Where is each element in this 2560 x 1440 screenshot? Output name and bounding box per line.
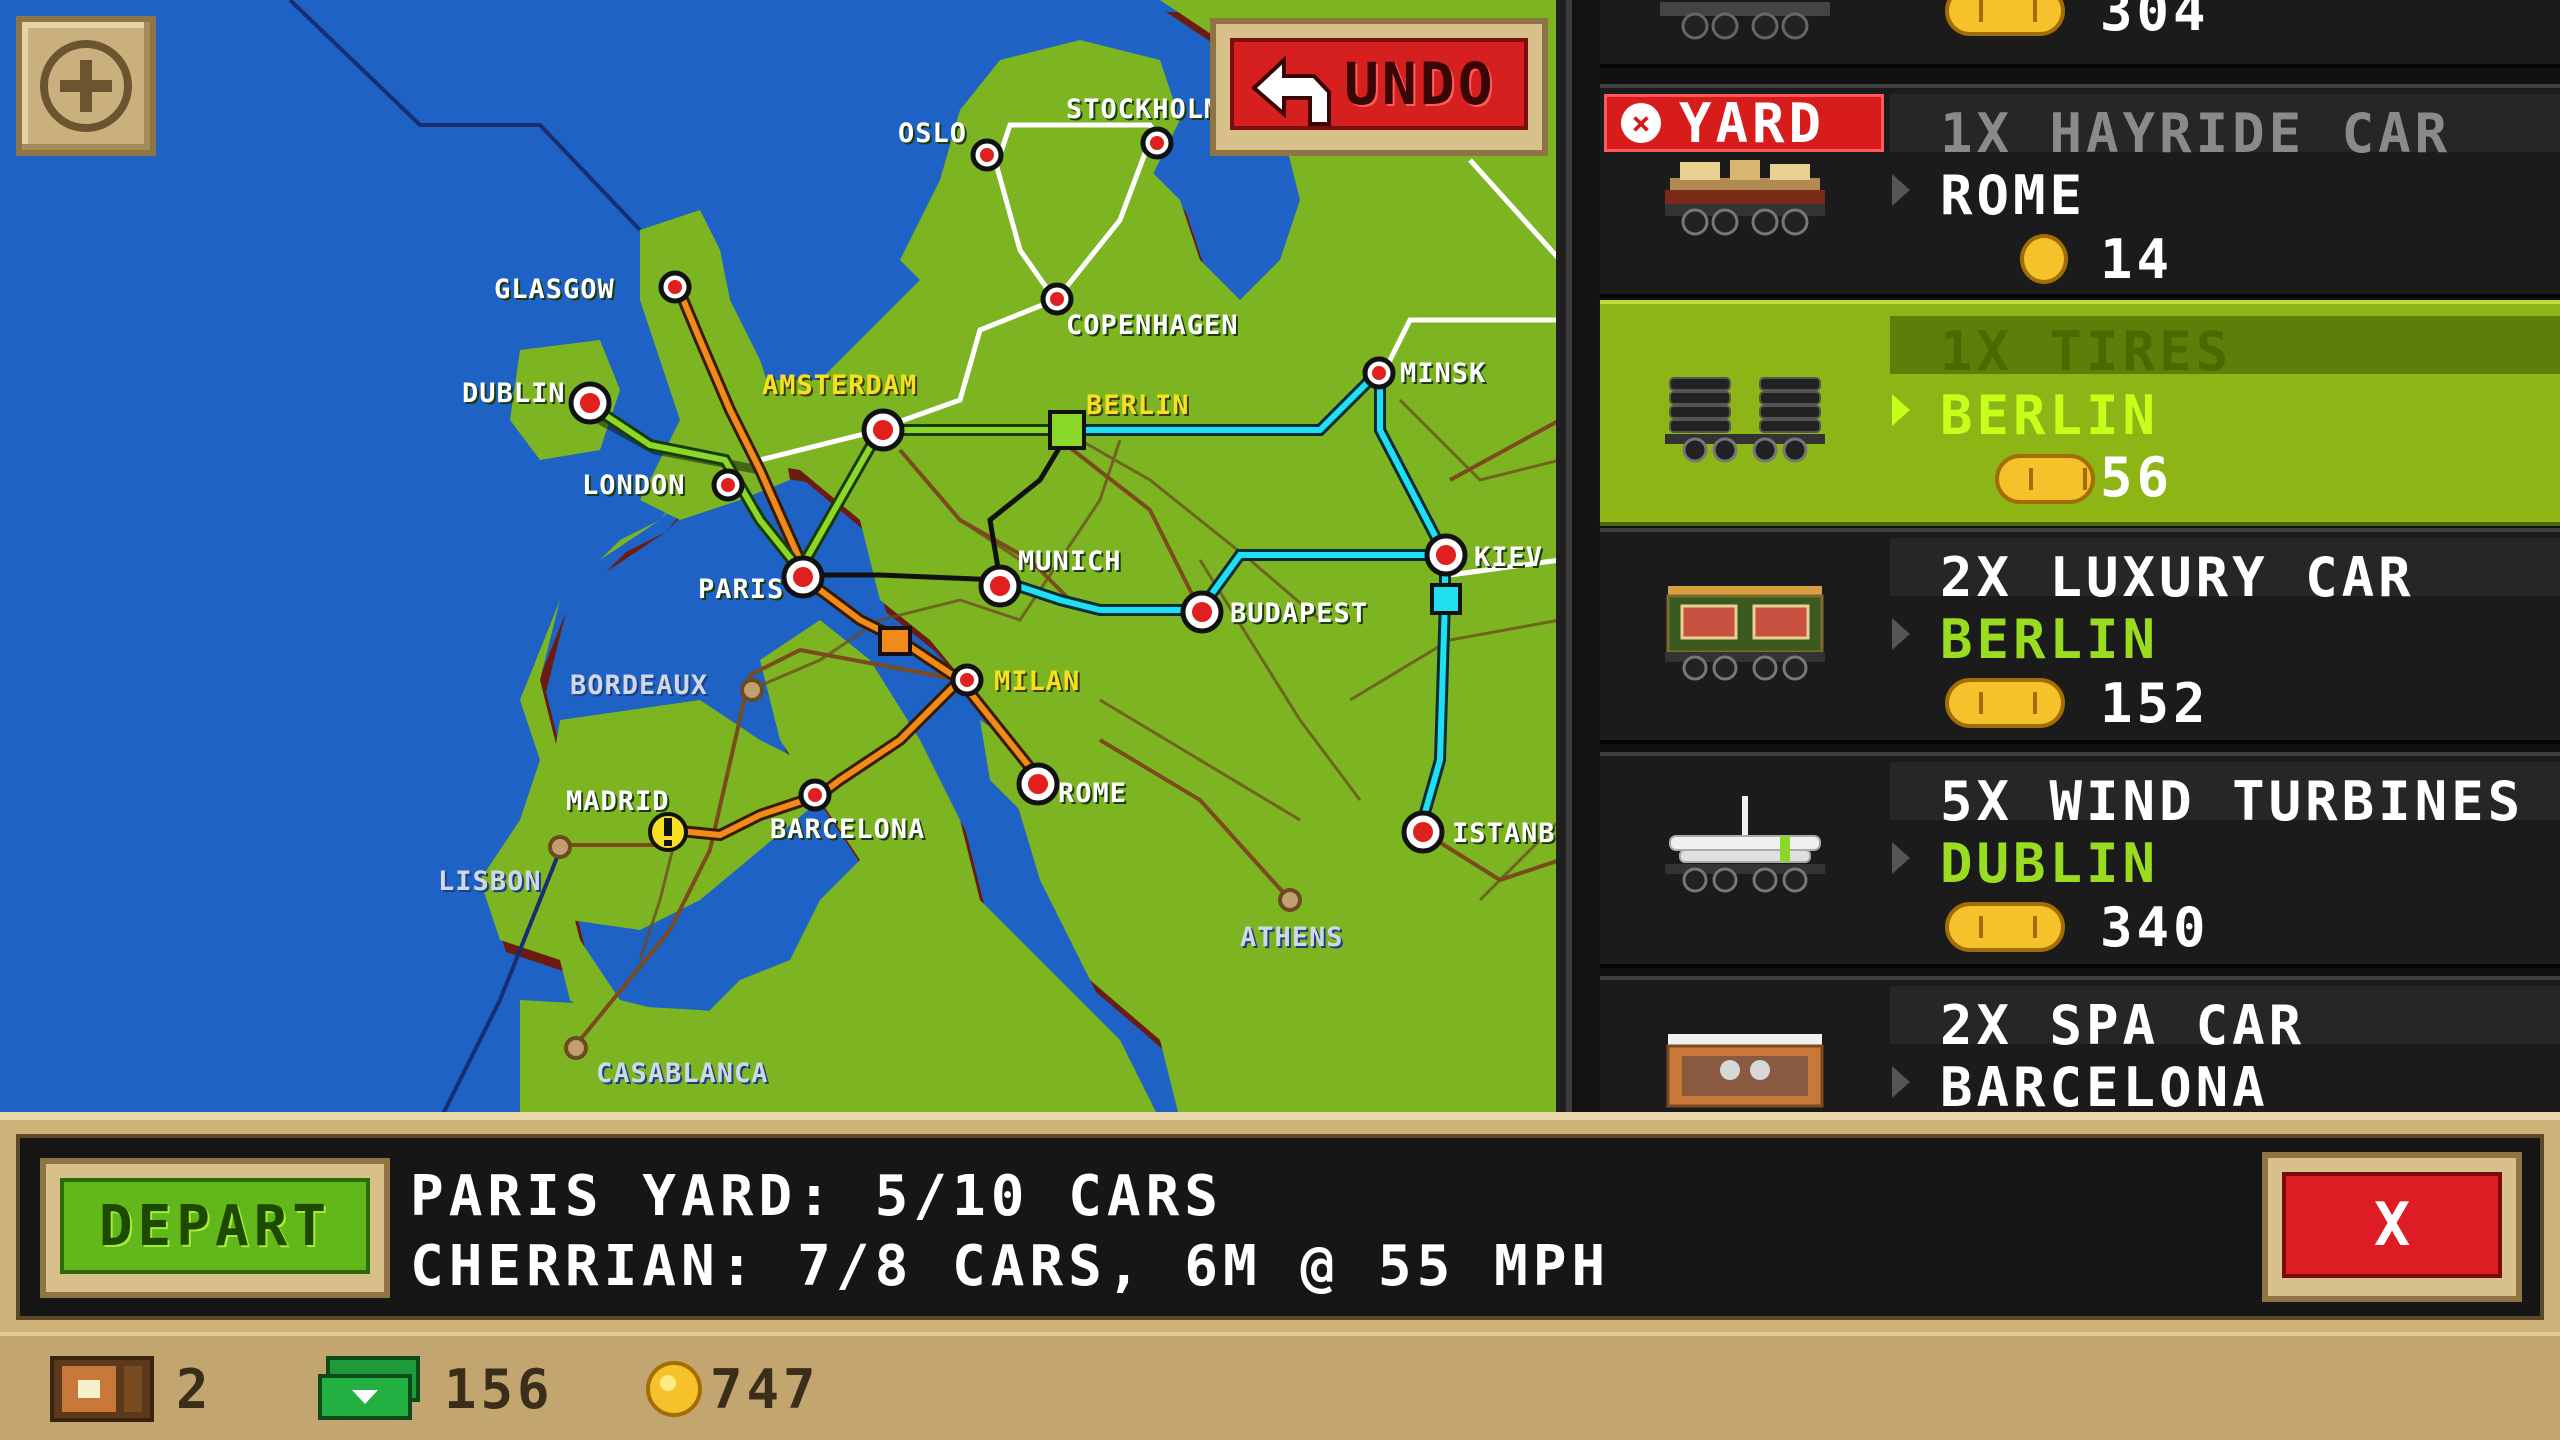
coin-icon: [2020, 234, 2068, 284]
cargo-title: 1X TIRES: [1940, 320, 2233, 383]
cargo-price: 56: [2100, 446, 2174, 509]
cargo-price: 14: [2100, 228, 2174, 291]
cargo-card-partial[interactable]: 304: [1600, 0, 2560, 68]
coin-stack-icon: [1945, 902, 2065, 952]
info-bar-inner: DEPART PARIS YARD: 5/10 CARS CHERRIAN: 7…: [16, 1134, 2544, 1320]
cargo-destination: ROME: [1940, 164, 2087, 227]
cargo-title: 2X LUXURY CAR: [1940, 546, 2415, 609]
arrow-right-icon: [1892, 174, 1910, 206]
cargo-card-tires[interactable]: 1X TIRES BERLIN 56: [1600, 300, 2560, 526]
cargo-destination: BARCELONA: [1940, 1056, 2269, 1119]
city-label-amsterdam: AMSTERDAM: [762, 370, 918, 401]
city-label-istanbul: ISTANBUL: [1452, 820, 1564, 847]
arrow-right-icon: [1892, 618, 1910, 650]
coins-amount: 747: [710, 1357, 820, 1421]
cargo-destination: BERLIN: [1940, 608, 2160, 671]
arrow-right-icon: [1892, 842, 1910, 874]
city-label-kiev: KIEV: [1474, 542, 1544, 573]
wheels-icon: [1660, 2, 1830, 40]
city-label-casablanca: CASABLANCA: [596, 1058, 769, 1089]
resource-bar: 2 156 747: [0, 1332, 2560, 1440]
city-label-madrid: MADRID: [566, 786, 670, 817]
cargo-destination: DUBLIN: [1940, 832, 2160, 895]
city-label-lisbon: LISBON: [438, 866, 542, 897]
city-label-stockholm: STOCKHOLM: [1066, 94, 1222, 125]
cargo-card-hayride-car[interactable]: × YARD 1X HAYRIDE CAR ROME 14: [1600, 84, 2560, 298]
coin-stack-icon: [1945, 0, 2065, 36]
cargo-card-luxury-car[interactable]: 2X LUXURY CAR BERLIN 152: [1600, 528, 2560, 744]
city-label-athens: ATHENS: [1240, 922, 1344, 953]
spa-car-icon: [1666, 1034, 1824, 1108]
city-label-dublin: DUBLIN: [462, 378, 566, 409]
cargo-panel[interactable]: 304 × YARD 1X HAYRIDE CAR ROME 14 1X TIR…: [1600, 0, 2560, 1120]
europe-map[interactable]: OSLO STOCKHOLM GLASGOW COPENHAGEN DUBLIN…: [0, 0, 1580, 1120]
close-button[interactable]: X: [2262, 1152, 2522, 1302]
cash-icon: [318, 1356, 420, 1420]
close-icon: X: [2373, 1190, 2411, 1260]
cargo-price: 340: [2100, 896, 2210, 959]
trains-count: 2: [176, 1357, 213, 1421]
yard-status: PARIS YARD: 5/10 CARS: [410, 1164, 1224, 1229]
coins-resource[interactable]: 747: [644, 1356, 820, 1422]
cargo-price: 304: [2100, 0, 2210, 43]
city-label-rome: ROME: [1058, 778, 1128, 809]
cash-resource[interactable]: 156: [318, 1356, 554, 1422]
cargo-price: 152: [2100, 672, 2210, 735]
remove-icon: ×: [1621, 103, 1661, 143]
luxury-car-icon: [1665, 586, 1825, 681]
cargo-title: 5X WIND TURBINES: [1940, 770, 2525, 833]
cash-amount: 156: [444, 1357, 554, 1421]
yard-label: YARD: [1679, 91, 1826, 155]
arrow-right-icon: [1892, 394, 1910, 426]
hayride-car-icon: [1665, 160, 1825, 236]
cargo-destination: BERLIN: [1940, 384, 2160, 447]
cargo-card-spa-car[interactable]: 2X SPA CAR BARCELONA: [1600, 976, 2560, 1120]
wind-turbine-car-icon: [1665, 796, 1825, 893]
city-label-berlin: BERLIN: [1086, 390, 1190, 421]
city-label-glasgow: GLASGOW: [494, 274, 615, 305]
city-label-london: LONDON: [582, 470, 686, 501]
city-label-minsk: MINSK: [1400, 358, 1487, 389]
city-label-oslo: OSLO: [898, 118, 968, 149]
arrow-right-icon: [1892, 1066, 1910, 1098]
cargo-title: 1X HAYRIDE CAR: [1940, 102, 2452, 165]
tires-car-icon: [1665, 377, 1825, 463]
city-label-milan: MILAN: [994, 666, 1081, 697]
city-label-bordeaux: BORDEAUX: [570, 670, 709, 701]
city-label-budapest: BUDAPEST: [1230, 598, 1369, 629]
city-label-munich: MUNICH: [1018, 546, 1122, 577]
coin-stack-icon: [1945, 678, 2065, 728]
coin-icon: [646, 1361, 702, 1417]
zoom-in-icon: [40, 40, 132, 132]
depart-button[interactable]: DEPART: [40, 1158, 390, 1298]
close-button-face: X: [2282, 1172, 2502, 1278]
undo-label: UNDO: [1344, 50, 1496, 118]
panel-divider: [1556, 0, 1600, 1120]
train-card-icon: [50, 1356, 154, 1422]
cargo-title: 2X SPA CAR: [1940, 994, 2306, 1057]
undo-button-face: UNDO: [1230, 38, 1528, 130]
city-label-copenhagen: COPENHAGEN: [1066, 310, 1239, 341]
cargo-card-wind-turbines[interactable]: 5X WIND TURBINES DUBLIN 340: [1600, 752, 2560, 968]
undo-arrow-icon: [1251, 55, 1331, 126]
depart-label: DEPART: [98, 1193, 332, 1259]
depart-button-face: DEPART: [60, 1178, 370, 1274]
info-bar: DEPART PARIS YARD: 5/10 CARS CHERRIAN: 7…: [0, 1112, 2560, 1332]
coin-stack-icon: [1995, 454, 2095, 504]
trains-resource[interactable]: 2: [50, 1356, 213, 1422]
undo-button[interactable]: UNDO: [1210, 18, 1548, 156]
city-label-paris: PARIS: [698, 574, 785, 605]
zoom-in-button[interactable]: [16, 16, 156, 156]
yard-badge[interactable]: × YARD: [1604, 91, 1884, 155]
train-status: CHERRIAN: 7/8 CARS, 6M @ 55 MPH: [410, 1234, 1611, 1299]
city-label-barcelona: BARCELONA: [770, 814, 926, 845]
